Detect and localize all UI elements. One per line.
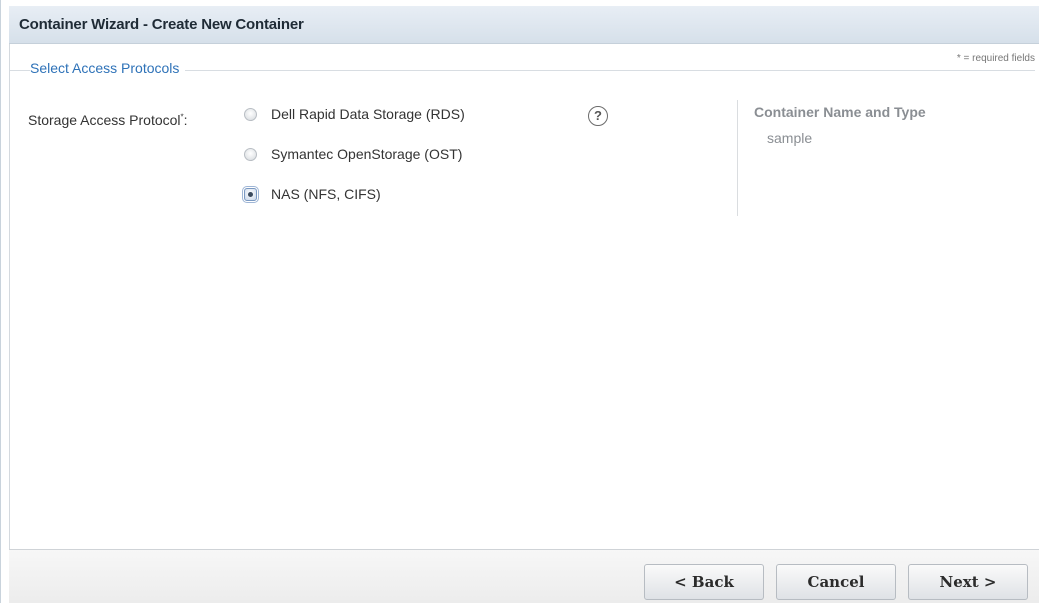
- field-label-suffix: :: [183, 112, 188, 128]
- cancel-button[interactable]: Cancel: [776, 564, 896, 600]
- help-glyph: ?: [594, 108, 602, 123]
- radio-label-rds[interactable]: Dell Rapid Data Storage (RDS): [271, 106, 465, 122]
- wizard-title-bar: Container Wizard - Create New Container: [9, 6, 1039, 44]
- radio-option-rds[interactable]: Dell Rapid Data Storage (RDS): [244, 106, 465, 122]
- next-button[interactable]: Next >: [908, 564, 1028, 600]
- wizard-footer: < Back Cancel Next >: [9, 549, 1039, 603]
- field-label-text: Storage Access Protocol: [28, 112, 181, 128]
- question-circle-icon[interactable]: ?: [588, 106, 608, 126]
- summary-divider: [737, 100, 738, 216]
- wizard-title: Container Wizard - Create New Container: [19, 16, 304, 33]
- back-button[interactable]: < Back: [644, 564, 764, 600]
- radio-option-ost[interactable]: Symantec OpenStorage (OST): [244, 146, 462, 162]
- required-fields-note: * = required fields: [956, 53, 1035, 64]
- summary-title: Container Name and Type: [754, 104, 926, 120]
- container-wizard-dialog: Container Wizard - Create New Container …: [0, 0, 1039, 603]
- storage-access-protocol-label: Storage Access Protocol*:: [28, 112, 188, 128]
- radio-label-ost[interactable]: Symantec OpenStorage (OST): [271, 146, 462, 162]
- wizard-content: Select Access Protocols * = required fie…: [9, 44, 1039, 549]
- radio-button-nas[interactable]: [242, 185, 259, 203]
- radio-label-nas[interactable]: NAS (NFS, CIFS): [271, 186, 381, 202]
- summary-container-name: sample: [767, 130, 813, 146]
- radio-button-ost[interactable]: [244, 147, 257, 161]
- section-title: Select Access Protocols: [30, 60, 186, 76]
- radio-option-nas[interactable]: NAS (NFS, CIFS): [242, 185, 381, 203]
- radio-button-rds[interactable]: [244, 107, 257, 121]
